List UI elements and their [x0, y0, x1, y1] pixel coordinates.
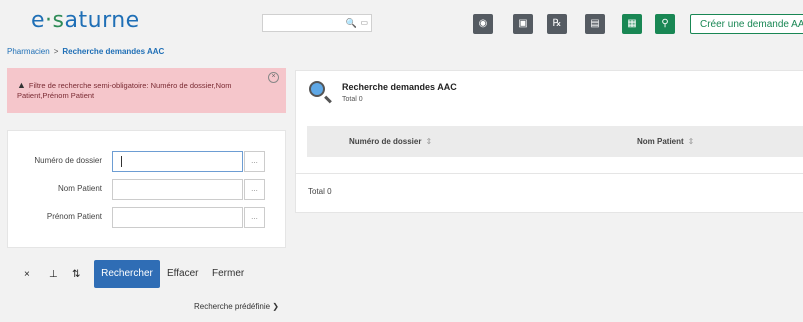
text-caret	[121, 156, 122, 167]
search-filter-alert: ▲ Filtre de recherche semi-obligatoire: N…	[7, 68, 286, 113]
create-aac-request-button[interactable]: Créer une demande AAC	[690, 14, 803, 34]
predefined-search-link[interactable]: Recherche prédéfinie ❯	[194, 302, 279, 311]
results-total-bottom: Total 0	[308, 187, 332, 196]
field-label: Nom Patient	[57, 184, 102, 193]
numero-dossier-lookup-button[interactable]: ...	[244, 151, 265, 172]
results-panel: Recherche demandes AAC Total 0 Numéro de…	[295, 70, 803, 213]
chevron-right-icon: ❯	[272, 302, 279, 311]
esaturne-logo[interactable]: e·saturne	[31, 8, 140, 33]
id-badge-icon[interactable]: ▣	[513, 14, 533, 34]
breadcrumb: Pharmacien > Recherche demandes AAC	[7, 47, 164, 56]
field-row-prenom: Prénom Patient ...	[8, 207, 287, 228]
fermer-button[interactable]: Fermer	[212, 268, 244, 279]
warning-icon: ▲	[17, 80, 26, 90]
close-icon[interactable]: ×	[268, 72, 279, 83]
field-row-dossier: Numéro de dossier ...	[8, 151, 287, 172]
search-icon: 🔍	[345, 18, 357, 28]
document-icon[interactable]: ▤	[585, 14, 605, 34]
global-search-input[interactable]: 🔍 ▭	[262, 14, 372, 32]
id-card-icon[interactable]: ▦	[622, 14, 642, 34]
divider	[296, 173, 803, 174]
top-bar: e·saturne 🔍 ▭ ◉ ▣ ℞ ▤ ▦ ⚲ Créer une dema…	[0, 0, 803, 44]
breadcrumb-current: Recherche demandes AAC	[62, 47, 165, 56]
search-form: Numéro de dossier ... Nom Patient ... Pr…	[7, 130, 286, 248]
breadcrumb-separator: >	[53, 47, 59, 56]
sort-icon[interactable]: ⇅	[72, 269, 80, 280]
nom-patient-input[interactable]	[112, 179, 243, 200]
keyboard-icon[interactable]: ▭	[360, 18, 368, 27]
rechercher-button[interactable]: Rechercher	[94, 260, 160, 288]
sort-icon: ⇕	[687, 137, 695, 146]
effacer-button[interactable]: Effacer	[167, 268, 199, 279]
prenom-patient-input[interactable]	[112, 207, 243, 228]
field-label: Prénom Patient	[46, 212, 102, 221]
column-header-nom-patient[interactable]: Nom Patient ⇕	[637, 137, 694, 146]
magnifier-icon	[309, 81, 325, 97]
numero-dossier-input[interactable]	[112, 151, 243, 172]
clear-fields-icon[interactable]: ×	[24, 269, 30, 280]
breadcrumb-parent[interactable]: Pharmacien	[7, 47, 50, 56]
binoculars-icon[interactable]: ◉	[473, 14, 493, 34]
form-actions: × ⊥ ⇅ Rechercher Effacer Fermer	[7, 257, 286, 292]
prescription-icon[interactable]: ℞	[547, 14, 567, 34]
results-total-top: Total 0	[342, 96, 363, 103]
nom-patient-lookup-button[interactable]: ...	[244, 179, 265, 200]
field-row-nom: Nom Patient ...	[8, 179, 287, 200]
prenom-patient-lookup-button[interactable]: ...	[244, 207, 265, 228]
search-button-icon[interactable]: ⚲	[655, 14, 675, 34]
field-label: Numéro de dossier	[34, 156, 102, 165]
column-header-numero-dossier[interactable]: Numéro de dossier ⇕	[349, 137, 432, 146]
results-title: Recherche demandes AAC	[342, 82, 457, 92]
pin-icon[interactable]: ⊥	[49, 269, 58, 280]
alert-text: Filtre de recherche semi-obligatoire: Nu…	[17, 81, 232, 100]
results-table-header: Numéro de dossier ⇕ Nom Patient ⇕	[307, 126, 803, 157]
sort-icon: ⇕	[425, 137, 433, 146]
